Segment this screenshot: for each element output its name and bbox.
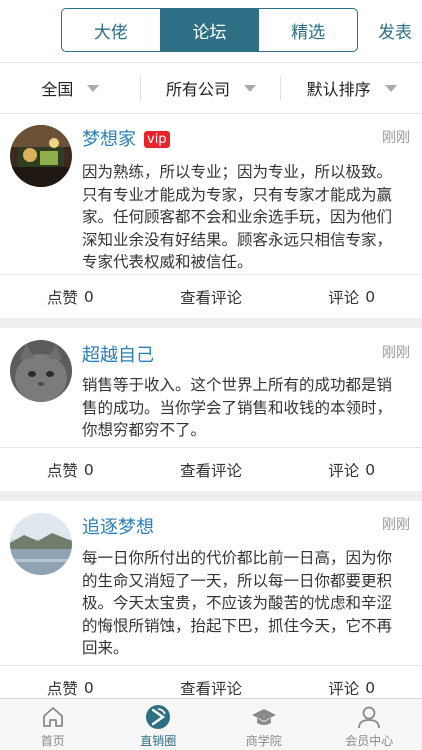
comment-button[interactable]: 评论 0 bbox=[281, 275, 422, 318]
like-count: 0 bbox=[83, 460, 94, 479]
post-content[interactable]: 因为熟练，所以专业；因为专业，所以极致。只有专业才能成为专家，只有专家才能成为赢… bbox=[82, 161, 404, 274]
view-comments-button[interactable]: 查看评论 bbox=[141, 448, 282, 491]
top-bar: 大佬 论坛 精选 发表 bbox=[0, 0, 422, 62]
post-actions: 点赞 0 查看评论 评论 0 bbox=[0, 447, 422, 491]
tabbar-item-academy[interactable]: 商学院 bbox=[211, 699, 317, 750]
region-filter-label: 全国 bbox=[41, 80, 74, 99]
post-content[interactable]: 每一日你所付出的代价都比前一日高，因为你的生命又消短了一天，所以每一日你都要更积… bbox=[82, 547, 404, 660]
username-text: 追逐梦想 bbox=[82, 517, 154, 538]
region-filter[interactable]: 全国 bbox=[0, 63, 141, 113]
post-actions: 点赞 0 查看评论 评论 0 bbox=[0, 274, 422, 318]
comment-label: 评论 bbox=[328, 461, 360, 480]
view-comments-label: 查看评论 bbox=[180, 288, 243, 307]
tab-forum[interactable]: 论坛 bbox=[160, 9, 260, 51]
comment-count: 0 bbox=[365, 678, 376, 697]
bottom-tab-bar: 首页 直销圈 商学院 会员中心 bbox=[0, 698, 422, 750]
chevron-down-icon bbox=[244, 84, 257, 92]
segment-control: 大佬 论坛 精选 bbox=[61, 8, 358, 52]
circle-icon bbox=[146, 705, 171, 729]
tabbar-label: 首页 bbox=[40, 734, 65, 748]
comment-count: 0 bbox=[365, 287, 376, 306]
tab-dalao[interactable]: 大佬 bbox=[62, 9, 161, 51]
avatar[interactable] bbox=[10, 125, 72, 187]
post-card: 梦想家 vip 刚刚 因为熟练，所以专业；因为专业，所以极致。只有专业才能成为专家… bbox=[0, 115, 422, 318]
like-count: 0 bbox=[83, 287, 94, 306]
like-label: 点赞 bbox=[46, 679, 78, 698]
company-filter-label: 所有公司 bbox=[166, 80, 231, 99]
tabbar-item-member[interactable]: 会员中心 bbox=[317, 699, 422, 750]
sort-filter-label: 默认排序 bbox=[306, 80, 371, 99]
chevron-down-icon bbox=[87, 84, 100, 92]
like-button[interactable]: 点赞 0 bbox=[0, 275, 141, 318]
chevron-down-icon bbox=[384, 84, 397, 92]
username-text: 梦想家 bbox=[82, 129, 136, 150]
avatar[interactable] bbox=[10, 513, 72, 575]
post-time: 刚刚 bbox=[382, 130, 410, 146]
tab-featured[interactable]: 精选 bbox=[259, 9, 357, 51]
like-label: 点赞 bbox=[46, 461, 78, 480]
view-comments-label: 查看评论 bbox=[180, 461, 243, 480]
post-time: 刚刚 bbox=[382, 345, 410, 361]
post-username[interactable]: 梦想家 vip bbox=[82, 125, 170, 151]
comment-label: 评论 bbox=[328, 288, 360, 307]
comment-count: 0 bbox=[365, 460, 376, 479]
sort-filter[interactable]: 默认排序 bbox=[281, 63, 422, 113]
divider bbox=[0, 318, 422, 328]
comment-button[interactable]: 评论 0 bbox=[281, 448, 422, 491]
comment-label: 评论 bbox=[328, 679, 360, 698]
tabbar-item-circle[interactable]: 直销圈 bbox=[106, 699, 212, 750]
view-comments-label: 查看评论 bbox=[180, 679, 243, 698]
post-username[interactable]: 追逐梦想 bbox=[82, 513, 154, 539]
divider bbox=[0, 491, 422, 501]
tabbar-label: 商学院 bbox=[245, 734, 282, 748]
filter-bar: 全国 所有公司 默认排序 bbox=[0, 62, 422, 114]
user-icon bbox=[358, 706, 381, 729]
post-card: 追逐梦想 刚刚 每一日你所付出的代价都比前一日高，因为你的生命又消短了一天，所以… bbox=[0, 501, 422, 698]
vip-badge: vip bbox=[144, 131, 170, 148]
like-count: 0 bbox=[83, 678, 94, 697]
publish-button[interactable]: 发表 bbox=[378, 18, 412, 43]
tabbar-label: 直销圈 bbox=[140, 734, 177, 748]
company-filter[interactable]: 所有公司 bbox=[141, 63, 282, 113]
post-username[interactable]: 超越自己 bbox=[82, 341, 154, 367]
post-content[interactable]: 销售等于收入。这个世界上所有的成功都是销售的成功。当你学会了销售和收钱的本领时，… bbox=[82, 374, 404, 442]
tabbar-item-home[interactable]: 首页 bbox=[0, 699, 106, 750]
like-label: 点赞 bbox=[46, 288, 78, 307]
like-button[interactable]: 点赞 0 bbox=[0, 448, 141, 491]
post-card: 超越自己 刚刚 销售等于收入。这个世界上所有的成功都是销售的成功。当你学会了销售… bbox=[0, 328, 422, 491]
tabbar-label: 会员中心 bbox=[345, 734, 394, 748]
home-icon bbox=[42, 707, 63, 727]
view-comments-button[interactable]: 查看评论 bbox=[141, 275, 282, 318]
username-text: 超越自己 bbox=[82, 345, 154, 366]
post-time: 刚刚 bbox=[382, 517, 410, 533]
avatar[interactable] bbox=[10, 340, 72, 402]
graduation-cap-icon bbox=[251, 709, 276, 725]
